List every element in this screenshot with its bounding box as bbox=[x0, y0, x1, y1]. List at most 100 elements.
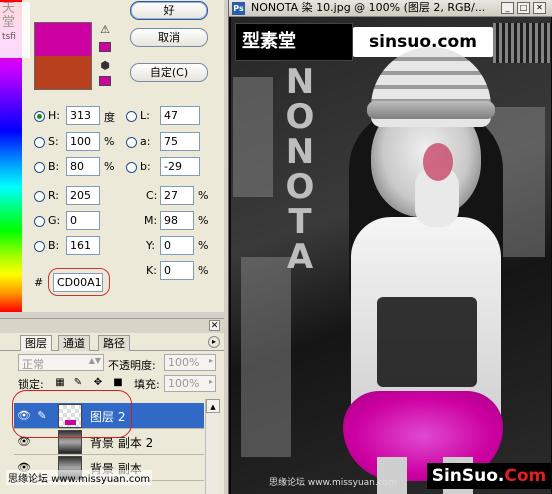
background-poster bbox=[241, 257, 291, 457]
brightness-label: B: bbox=[48, 160, 60, 173]
layer-row[interactable]: 👁 背景 副本 2 bbox=[14, 429, 204, 455]
hex-highlight: CD00A1 bbox=[48, 268, 110, 296]
lock-paint-icon[interactable]: ✎ bbox=[72, 377, 84, 389]
lock-transparent-icon[interactable]: ▦ bbox=[54, 377, 66, 389]
layer-thumbnail bbox=[58, 404, 82, 428]
panel-menu-icon[interactable]: ▸ bbox=[208, 336, 220, 348]
blue-radio[interactable] bbox=[34, 241, 45, 252]
hue-radio[interactable] bbox=[34, 111, 45, 122]
gamut-correction-swatch[interactable] bbox=[99, 42, 111, 52]
fill-label: 填充: bbox=[134, 378, 160, 391]
dot-pattern bbox=[493, 23, 551, 63]
cancel-button[interactable]: 取消 bbox=[130, 28, 208, 47]
lab-a-radio[interactable] bbox=[126, 137, 137, 148]
photo-shirt-print bbox=[377, 297, 477, 387]
close-icon[interactable]: ✕ bbox=[209, 320, 220, 331]
eye-icon[interactable]: 👁 bbox=[16, 409, 32, 423]
web-safe-swatch[interactable] bbox=[99, 76, 111, 86]
opacity-label: 不透明度: bbox=[108, 359, 156, 372]
hex-label: # bbox=[34, 276, 44, 289]
black-field[interactable]: 0 bbox=[160, 261, 194, 280]
layer-name[interactable]: 背景 副本 2 bbox=[90, 434, 153, 451]
lab-a-field[interactable]: 75 bbox=[160, 132, 200, 151]
lock-row: 锁定: ▦ ✎ ✥ ■ 填充: 100% ▸ bbox=[0, 373, 224, 395]
blue-row: B: 161 Y: 0 % bbox=[0, 236, 224, 256]
ok-button[interactable]: 好 bbox=[130, 1, 208, 20]
scroll-up-icon[interactable]: ▲ bbox=[206, 399, 220, 413]
lock-all-icon[interactable]: ■ bbox=[112, 377, 124, 389]
link-slot[interactable] bbox=[34, 435, 50, 449]
black-unit: % bbox=[198, 264, 209, 277]
close-icon[interactable]: ✕ bbox=[533, 2, 546, 14]
web-safe-cube-icon[interactable]: ⬢ bbox=[98, 60, 112, 72]
green-label: G: bbox=[48, 214, 61, 227]
layers-scrollbar[interactable]: ▲ bbox=[205, 399, 220, 494]
red-label: R: bbox=[48, 189, 60, 202]
lab-b-label: b: bbox=[140, 160, 151, 173]
current-color-swatch[interactable] bbox=[34, 56, 92, 90]
lab-b-field[interactable]: -29 bbox=[160, 157, 200, 176]
lab-a-label: a: bbox=[140, 135, 151, 148]
cyan-field[interactable]: 27 bbox=[160, 186, 194, 205]
document-titlebar[interactable]: Ps NONOTA 染 10.jpg @ 100% (图层 2, RGB/...… bbox=[229, 0, 552, 17]
photo-hat-band bbox=[367, 101, 495, 119]
lock-label: 锁定: bbox=[18, 378, 44, 391]
hex-field[interactable]: CD00A1 bbox=[53, 273, 103, 292]
yellow-unit: % bbox=[198, 239, 209, 252]
saturation-unit: % bbox=[104, 135, 115, 148]
background-poster bbox=[233, 77, 273, 197]
yellow-field[interactable]: 0 bbox=[160, 236, 194, 255]
magenta-unit: % bbox=[198, 214, 209, 227]
tab-paths[interactable]: 路径 bbox=[98, 335, 130, 351]
blend-row: 正常 ▲▼ 不透明度: 100% ▸ bbox=[0, 351, 224, 373]
cyan-label: C: bbox=[146, 189, 158, 202]
hue-row: H: 313 度 L: 47 bbox=[0, 106, 224, 126]
tab-layers[interactable]: 图层 bbox=[20, 335, 52, 351]
brightness-row: B: 80 % b: -29 bbox=[0, 157, 224, 177]
gamut-warning-icon[interactable]: ⚠ bbox=[98, 24, 112, 36]
yellow-label: Y: bbox=[146, 239, 155, 252]
red-radio[interactable] bbox=[34, 191, 45, 202]
opacity-field[interactable]: 100% ▸ bbox=[164, 354, 216, 371]
brand-logo-left: 型素堂 bbox=[235, 23, 353, 61]
maximize-icon[interactable]: □ bbox=[517, 2, 530, 14]
magenta-field[interactable]: 98 bbox=[160, 211, 194, 230]
cyan-unit: % bbox=[198, 189, 209, 202]
lab-l-field[interactable]: 47 bbox=[160, 106, 200, 125]
brush-icon[interactable]: ✎ bbox=[34, 409, 50, 423]
image-canvas[interactable]: 型素堂 sinsuo.com NONOTA 思缘论坛 www.missyuan.… bbox=[231, 17, 551, 494]
blend-mode-select[interactable]: 正常 ▲▼ bbox=[18, 354, 104, 371]
red-field[interactable]: 205 bbox=[66, 186, 100, 205]
green-radio[interactable] bbox=[34, 216, 45, 227]
layer-thumbnail bbox=[58, 430, 82, 454]
green-field[interactable]: 0 bbox=[66, 211, 100, 230]
saturation-radio[interactable] bbox=[34, 137, 45, 148]
custom-button[interactable]: 自定(C) bbox=[130, 63, 208, 82]
magenta-label: M: bbox=[144, 214, 158, 227]
lab-l-radio[interactable] bbox=[126, 111, 137, 122]
panel-titlebar[interactable]: ✕ bbox=[0, 319, 224, 333]
tab-channels[interactable]: 通道 bbox=[58, 335, 90, 351]
saturation-field[interactable]: 100 bbox=[66, 132, 100, 151]
lab-b-radio[interactable] bbox=[126, 162, 137, 173]
minimize-icon[interactable]: _ bbox=[501, 2, 514, 14]
brightness-radio[interactable] bbox=[34, 162, 45, 173]
lock-move-icon[interactable]: ✥ bbox=[92, 377, 104, 389]
brightness-field[interactable]: 80 bbox=[66, 157, 100, 176]
color-picker-dialog: 天 堂 tsfi ⚠ ⬢ 好 取消 自定(C) H: 313 度 L: 47 S… bbox=[0, 0, 224, 312]
fill-field[interactable]: 100% ▸ bbox=[164, 375, 216, 392]
saturation-row: S: 100 % a: 75 bbox=[0, 132, 224, 152]
blue-field[interactable]: 161 bbox=[66, 236, 100, 255]
lab-l-label: L: bbox=[140, 109, 150, 122]
hue-unit: 度 bbox=[104, 111, 115, 124]
hue-field[interactable]: 313 bbox=[66, 106, 100, 125]
sinsuo-badge: SinSuo.Com bbox=[427, 463, 551, 489]
photo-pink-accent bbox=[423, 143, 453, 181]
photoshop-icon: Ps bbox=[232, 2, 245, 15]
green-row: G: 0 M: 98 % bbox=[0, 211, 224, 231]
eye-icon[interactable]: 👁 bbox=[16, 435, 32, 449]
document-window: Ps NONOTA 染 10.jpg @ 100% (图层 2, RGB/...… bbox=[228, 0, 552, 494]
layer-name[interactable]: 图层 2 bbox=[90, 408, 125, 425]
forum-watermark: 思缘论坛 www.missyuan.com bbox=[6, 470, 153, 485]
layer-row[interactable]: 👁 ✎ 图层 2 bbox=[14, 403, 204, 429]
